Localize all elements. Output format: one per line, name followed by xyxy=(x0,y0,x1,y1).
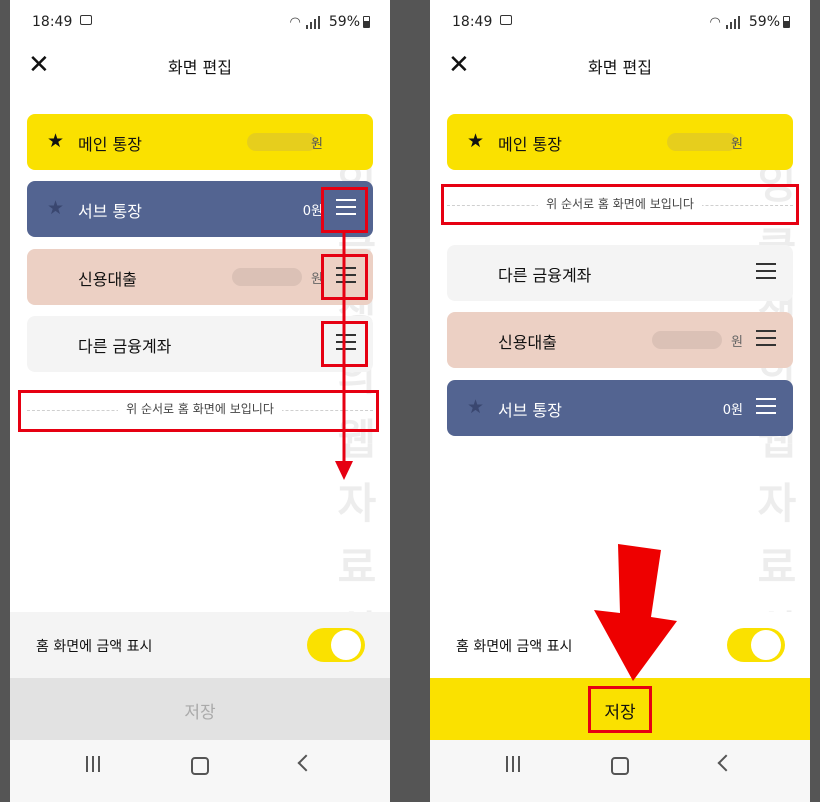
page-title: 화면 편집 xyxy=(168,58,232,77)
phone-screen-before: 18:49 ◠ 59% ✕ 화면 편집 잉 클 생 의 웹 자 료 실 ★ 메인… xyxy=(10,0,390,802)
account-label: 다른 금융계좌 xyxy=(498,266,592,285)
status-time: 18:49 xyxy=(32,14,73,30)
drag-handle-icon[interactable] xyxy=(756,330,776,350)
account-card-sub[interactable]: ★ 서브 통장 0원 xyxy=(447,380,793,436)
account-card-main[interactable]: ★ 메인 통장 원 xyxy=(27,114,373,170)
save-button-label: 저장 xyxy=(184,703,216,723)
watermark-char: 료 xyxy=(337,543,377,592)
battery-percent: 59% xyxy=(748,14,780,30)
save-button[interactable]: 저장 xyxy=(10,678,390,740)
signal-icon xyxy=(724,15,746,29)
status-bar: 18:49 ◠ 59% xyxy=(10,0,390,44)
phone-screen-after: 18:49 ◠ 59% ✕ 화면 편집 잉 클 생 의 웹 자 료 실 ★ 메인… xyxy=(430,0,810,802)
account-amount: 원 xyxy=(731,137,743,152)
star-icon[interactable]: ★ xyxy=(47,197,64,219)
blurred-amount xyxy=(652,331,722,349)
drag-handle-icon[interactable] xyxy=(756,398,776,418)
system-nav-bar xyxy=(430,740,810,802)
account-amount: 원 xyxy=(311,137,323,152)
account-card-main[interactable]: ★ 메인 통장 원 xyxy=(447,114,793,170)
amount-toggle-row: 홈 화면에 금액 표시 xyxy=(10,612,390,678)
highlight-box xyxy=(441,184,799,225)
back-icon[interactable] xyxy=(297,754,315,772)
watermark-char: 료 xyxy=(757,543,797,592)
battery-icon xyxy=(783,16,790,28)
status-bar: 18:49 ◠ 59% xyxy=(430,0,810,44)
amount-toggle-switch[interactable] xyxy=(727,625,785,665)
watermark-char: 자 xyxy=(757,479,797,528)
account-amount: 0원 xyxy=(302,204,323,219)
page-title: 화면 편집 xyxy=(588,58,652,77)
big-down-arrow-annotation xyxy=(594,544,677,681)
home-icon[interactable] xyxy=(611,757,629,775)
image-notification-icon xyxy=(80,15,92,25)
home-icon[interactable] xyxy=(191,757,209,775)
amount-toggle-label: 홈 화면에 금액 표시 xyxy=(456,639,573,655)
battery-percent: 59% xyxy=(328,14,360,30)
account-label: 신용대출 xyxy=(498,333,557,352)
star-icon[interactable]: ★ xyxy=(467,130,484,152)
wifi-icon: ◠ xyxy=(289,14,301,30)
account-amount: 원 xyxy=(731,335,743,350)
wifi-icon: ◠ xyxy=(709,14,721,30)
account-label: 메인 통장 xyxy=(498,135,562,154)
signal-icon xyxy=(304,15,326,29)
down-arrow-annotation xyxy=(335,233,353,480)
drag-handle-icon[interactable] xyxy=(756,263,776,283)
header: ✕ 화면 편집 xyxy=(430,44,810,88)
account-amount: 0원 xyxy=(722,403,743,418)
blurred-amount xyxy=(667,133,737,151)
star-icon[interactable]: ★ xyxy=(467,396,484,418)
account-label: 신용대출 xyxy=(78,270,137,289)
account-card-other[interactable]: 다른 금융계좌 xyxy=(447,245,793,301)
amount-toggle-label: 홈 화면에 금액 표시 xyxy=(36,639,153,655)
recents-icon[interactable] xyxy=(506,756,522,772)
back-icon[interactable] xyxy=(717,754,735,772)
header: ✕ 화면 편집 xyxy=(10,44,390,88)
account-label: 메인 통장 xyxy=(78,135,142,154)
account-card-loan[interactable]: 신용대출 원 xyxy=(447,312,793,368)
account-label: 서브 통장 xyxy=(498,401,562,420)
amount-toggle-switch[interactable] xyxy=(307,625,365,665)
highlight-box xyxy=(588,686,652,733)
battery-icon xyxy=(363,16,370,28)
system-nav-bar xyxy=(10,740,390,802)
star-icon[interactable]: ★ xyxy=(47,130,64,152)
blurred-amount xyxy=(247,133,317,151)
account-label: 다른 금융계좌 xyxy=(78,337,172,356)
recents-icon[interactable] xyxy=(86,756,102,772)
status-time: 18:49 xyxy=(452,14,493,30)
image-notification-icon xyxy=(500,15,512,25)
blurred-amount xyxy=(232,268,302,286)
account-label: 서브 통장 xyxy=(78,202,142,221)
